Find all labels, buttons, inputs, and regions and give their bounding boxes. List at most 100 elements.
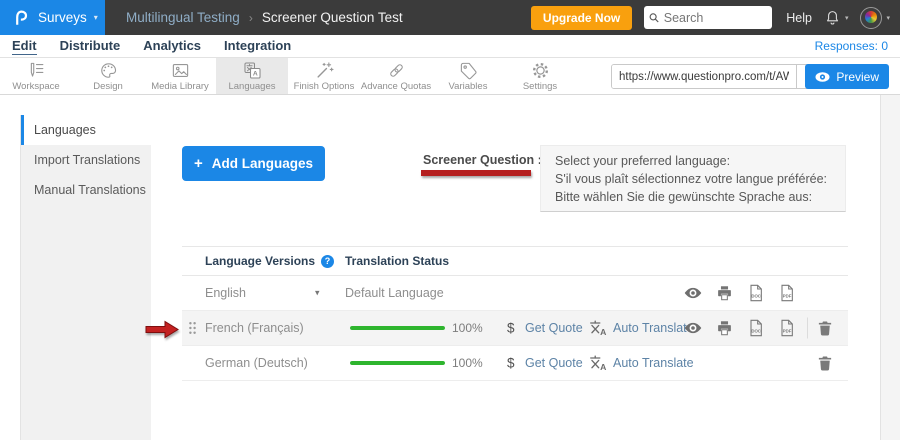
toolbar-item-label: Design (93, 81, 123, 92)
toolbar-item-variables[interactable]: Variables (432, 58, 504, 94)
download-doc-icon[interactable] (748, 284, 764, 302)
language-row-english: English ▾ Default Language (182, 276, 848, 311)
sidebar-item-import-translations[interactable]: Import Translations (21, 145, 151, 175)
auto-translate-link[interactable]: Auto Translate (613, 321, 694, 335)
product-label: Surveys (38, 10, 87, 25)
breadcrumb-separator-icon: › (249, 11, 253, 25)
screener-line-french: S'il vous plaît sélectionnez votre langu… (555, 170, 831, 188)
bell-icon (824, 9, 841, 27)
download-pdf-icon[interactable] (779, 284, 795, 302)
search-input[interactable] (664, 11, 767, 25)
tab-distribute[interactable]: Distribute (60, 38, 121, 54)
delete-language-icon[interactable] (818, 356, 832, 371)
chevron-down-icon: ▾ (845, 14, 849, 22)
get-quote-link[interactable]: Get Quote (525, 321, 583, 335)
language-name: French (Français) (205, 321, 304, 335)
workspace-icon (27, 62, 46, 79)
progress-percent: 100% (452, 356, 483, 370)
preview-language-icon[interactable] (684, 323, 702, 334)
translate-icon: A (243, 62, 262, 79)
toolbar-item-workspace[interactable]: Workspace (0, 58, 72, 94)
screener-question-label: Screener Question : (423, 153, 542, 167)
translation-progress-bar (350, 361, 445, 365)
top-bar: Surveys ▾ Multilingual Testing › Screene… (0, 0, 900, 35)
survey-url-group (611, 64, 822, 89)
search-icon (649, 12, 660, 24)
toolbar-item-label: Settings (523, 81, 557, 92)
global-search (644, 6, 772, 29)
magic-wand-icon (315, 62, 334, 79)
tab-edit[interactable]: Edit (12, 38, 37, 55)
progress-percent: 100% (452, 321, 483, 335)
breadcrumb-parent[interactable]: Multilingual Testing (126, 10, 240, 25)
table-header-row: Language Versions ? Translation Status (182, 246, 848, 276)
responses-count[interactable]: Responses: 0 (815, 39, 888, 53)
toolbar-item-design[interactable]: Design (72, 58, 144, 94)
auto-translate-link[interactable]: Auto Translate (613, 356, 694, 370)
annotation-underline (421, 170, 531, 176)
download-pdf-icon[interactable] (779, 319, 795, 337)
section-tabs: Edit Distribute Analytics Integration Re… (0, 35, 900, 58)
annotation-arrow-icon (145, 319, 180, 340)
default-language-badge: Default Language (345, 286, 444, 300)
default-language-select[interactable]: English (205, 286, 246, 300)
questionpro-logo-icon (11, 7, 30, 28)
tag-icon (459, 62, 478, 79)
add-languages-label: Add Languages (212, 156, 313, 171)
sidebar-item-languages[interactable]: Languages (21, 115, 151, 145)
add-languages-button[interactable]: + Add Languages (182, 146, 325, 181)
notifications-menu[interactable]: ▾ (824, 9, 849, 27)
preview-button[interactable]: Preview (805, 64, 889, 89)
language-row-french: French (Français) 100% $ Get Quote Auto … (182, 311, 848, 346)
help-link[interactable]: Help (786, 11, 812, 25)
breadcrumb: Multilingual Testing › Screener Question… (126, 10, 403, 25)
divider (807, 318, 808, 339)
get-quote-link[interactable]: Get Quote (525, 356, 583, 370)
upgrade-now-button[interactable]: Upgrade Now (531, 6, 632, 30)
chevron-down-icon: ▾ (886, 14, 890, 22)
help-icon[interactable]: ? (321, 255, 334, 268)
progress-fill (350, 361, 445, 365)
delete-language-icon[interactable] (818, 321, 832, 336)
dollar-icon[interactable]: $ (507, 356, 515, 371)
auto-translate-icon[interactable] (589, 355, 608, 371)
survey-toolbar: Workspace Design Media Library (0, 58, 900, 95)
preview-language-icon[interactable] (684, 288, 702, 299)
toolbar-item-languages[interactable]: A Languages (216, 58, 288, 94)
chevron-down-icon[interactable]: ▾ (315, 288, 320, 299)
toolbar-item-label: Variables (449, 81, 488, 92)
topbar-actions: Upgrade Now Help ▾ ▾ (531, 6, 900, 30)
scroll-gutter (881, 95, 900, 440)
palette-icon (99, 62, 118, 79)
dollar-icon[interactable]: $ (507, 321, 515, 336)
toolbar-item-media-library[interactable]: Media Library (144, 58, 216, 94)
translation-progress-bar (350, 326, 445, 330)
tab-analytics[interactable]: Analytics (143, 38, 201, 54)
auto-translate-icon[interactable] (589, 320, 608, 336)
language-versions-table: Language Versions ? Translation Status E… (182, 246, 848, 381)
toolbar-item-advance-quotas[interactable]: Advance Quotas (360, 58, 432, 94)
screener-question-preview: Select your preferred language: S'il vou… (540, 145, 846, 212)
toolbar-item-label: Advance Quotas (361, 81, 431, 92)
toolbar-item-label: Finish Options (294, 81, 355, 92)
download-doc-icon[interactable] (748, 319, 764, 337)
image-icon (171, 62, 190, 79)
tab-integration[interactable]: Integration (224, 38, 291, 54)
toolbar-item-settings[interactable]: Settings (504, 58, 576, 94)
print-icon[interactable] (716, 285, 733, 302)
chain-links-icon (387, 62, 406, 79)
account-menu[interactable]: ▾ (860, 7, 890, 29)
questionpro-app: Surveys ▾ Multilingual Testing › Screene… (0, 0, 900, 440)
survey-url-input[interactable] (612, 65, 796, 88)
screener-line-german: Bitte wählen Sie die gewünschte Sprache … (555, 188, 831, 206)
drag-handle[interactable] (188, 321, 197, 335)
print-icon[interactable] (716, 320, 733, 337)
toolbar-item-finish-options[interactable]: Finish Options (288, 58, 360, 94)
column-header-translation-status: Translation Status (345, 254, 449, 268)
preview-label: Preview (836, 70, 879, 84)
product-switcher[interactable]: Surveys ▾ (0, 0, 105, 35)
languages-sidebar: Languages Import Translations Manual Tra… (20, 115, 151, 440)
language-name: German (Deutsch) (205, 356, 308, 370)
sidebar-item-manual-translations[interactable]: Manual Translations (21, 175, 151, 205)
toolbar-item-label: Workspace (12, 81, 59, 92)
